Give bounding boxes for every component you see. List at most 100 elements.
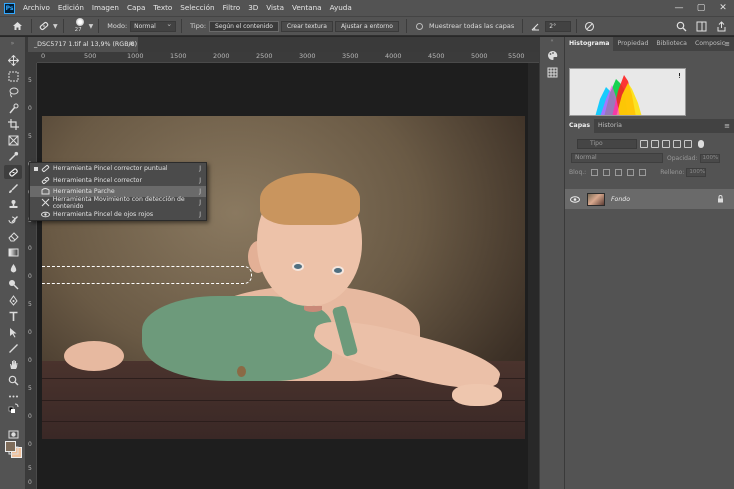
document-tab[interactable]: _DSC5717 1.tif al 13,9% (RGB/8) ×: [28, 37, 138, 52]
lock-pixels-icon[interactable]: [603, 168, 611, 176]
menu-seleccion[interactable]: Selección: [176, 0, 218, 16]
search-button[interactable]: [674, 19, 688, 33]
separator: [31, 19, 32, 33]
type-create-texture-button[interactable]: Crear textura: [280, 20, 333, 32]
lock-position-icon[interactable]: [615, 168, 623, 176]
flyout-red-eye-tool[interactable]: Herramienta Pincel de ojos rojos J: [30, 209, 206, 220]
pixel-filter-icon[interactable]: [640, 140, 648, 148]
swap-colors-button[interactable]: [4, 401, 22, 415]
menu-3d[interactable]: 3D: [244, 0, 262, 16]
foreground-color-swatch[interactable]: [5, 441, 16, 452]
home-button[interactable]: [8, 19, 26, 33]
path-selection-tool[interactable]: [4, 325, 22, 339]
type-tool[interactable]: [4, 309, 22, 323]
close-window-button[interactable]: ✕: [712, 0, 734, 16]
workspace-button[interactable]: [694, 19, 708, 33]
photo-baby-mouth: [304, 306, 322, 312]
menu-imagen[interactable]: Imagen: [88, 0, 123, 16]
lock-transparency-icon[interactable]: [591, 168, 599, 176]
smart-object-filter-icon[interactable]: [684, 140, 692, 148]
adjustment-filter-icon[interactable]: [651, 140, 659, 148]
eyedropper-tool[interactable]: [4, 149, 22, 163]
zoom-tool[interactable]: [4, 373, 22, 387]
pen-tool[interactable]: [4, 293, 22, 307]
angle-button[interactable]: [528, 19, 542, 33]
healing-brush-tool[interactable]: [4, 165, 22, 179]
marquee-tool[interactable]: [4, 69, 22, 83]
ruler-origin[interactable]: [26, 52, 37, 63]
tab-histograma[interactable]: Histograma: [565, 37, 614, 51]
maximize-button[interactable]: ▢: [690, 0, 712, 16]
swatches-panel-button[interactable]: [544, 65, 560, 79]
move-tool[interactable]: [4, 53, 22, 67]
type-filter-icon[interactable]: [662, 140, 670, 148]
panel-menu-icon[interactable]: ≡: [724, 37, 730, 51]
dodge-tool[interactable]: [4, 277, 22, 291]
line-tool[interactable]: [4, 341, 22, 355]
collapse-toolbar-icon[interactable]: »: [0, 37, 25, 49]
menu-archivo[interactable]: Archivo: [19, 0, 54, 16]
quick-mask-button[interactable]: [4, 427, 22, 441]
layers-menu-icon[interactable]: ≡: [724, 119, 730, 133]
flyout-spot-healing-brush[interactable]: Herramienta Pincel corrector puntual J: [30, 163, 206, 174]
pressure-size-button[interactable]: [582, 19, 596, 33]
menu-edicion[interactable]: Edición: [54, 0, 88, 16]
menu-filtro[interactable]: Filtro: [219, 0, 245, 16]
clone-stamp-tool[interactable]: [4, 197, 22, 211]
type-proximity-match-button[interactable]: Ajustar a entorno: [334, 20, 399, 32]
tab-bibliotecas[interactable]: Biblioteca: [652, 37, 691, 51]
close-tab-icon[interactable]: ×: [128, 37, 134, 52]
vertical-ruler[interactable]: 5 0 5 0 0 5 0 0 5 0 0 5 0 0 5 0: [26, 52, 37, 489]
gradient-tool[interactable]: [4, 245, 22, 259]
sample-all-layers-checkbox[interactable]: [415, 22, 423, 30]
lasso-icon: [9, 87, 18, 97]
flyout-content-aware-move[interactable]: Herramienta Movimiento con detección de …: [30, 196, 206, 210]
share-button[interactable]: [714, 19, 728, 33]
angle-input[interactable]: 2°: [545, 20, 572, 32]
lock-artboard-icon[interactable]: [627, 168, 635, 176]
opacity-input[interactable]: 100%: [699, 153, 720, 163]
horizontal-ruler[interactable]: 0 500 1000 1500 2000 2500 3000 3500 4000…: [37, 52, 539, 63]
menu-texto[interactable]: Texto: [149, 0, 176, 16]
history-brush-tool[interactable]: [4, 213, 22, 227]
layer-row-fondo[interactable]: Fondo: [565, 189, 734, 209]
filter-toggle[interactable]: [698, 140, 704, 148]
visibility-eye-icon[interactable]: [570, 195, 580, 203]
tab-historia[interactable]: Historia: [594, 119, 626, 133]
color-panel-button[interactable]: [544, 48, 560, 62]
quick-selection-tool[interactable]: [4, 101, 22, 115]
blend-mode-select[interactable]: Normal: [571, 153, 663, 163]
menu-vista[interactable]: Vista: [262, 0, 288, 16]
menu-ayuda[interactable]: Ayuda: [326, 0, 356, 16]
blur-tool[interactable]: [4, 261, 22, 275]
tab-propiedades[interactable]: Propiedad: [613, 37, 652, 51]
tab-capas[interactable]: Capas: [565, 119, 595, 133]
chevron-down-icon[interactable]: ▼: [53, 23, 58, 30]
brush-tool[interactable]: [4, 181, 22, 195]
brush-picker[interactable]: 27: [73, 18, 87, 34]
lasso-tool[interactable]: [4, 85, 22, 99]
mode-select[interactable]: Normal: [130, 20, 177, 32]
warning-icon[interactable]: [675, 70, 684, 79]
tool-preset-picker[interactable]: [37, 19, 51, 33]
type-icon: [9, 311, 17, 321]
menu-capa[interactable]: Capa: [123, 0, 149, 16]
layer-name[interactable]: Fondo: [611, 196, 630, 203]
fill-input[interactable]: 100%: [686, 167, 707, 177]
photo-romper-button: [237, 366, 246, 377]
flyout-healing-brush[interactable]: Herramienta Pincel corrector J: [30, 174, 206, 185]
crop-tool[interactable]: [4, 117, 22, 131]
shape-filter-icon[interactable]: [673, 140, 681, 148]
expand-panels-icon[interactable]: «: [540, 37, 564, 45]
eraser-tool[interactable]: [4, 229, 22, 243]
options-right-group: [668, 19, 728, 33]
type-content-aware-button[interactable]: Según el contenido: [209, 20, 279, 32]
patch-selection-marquee[interactable]: [42, 266, 252, 284]
layer-filter-input[interactable]: Tipo: [577, 139, 637, 149]
chevron-down-icon[interactable]: ▼: [89, 23, 94, 30]
menu-ventana[interactable]: Ventana: [288, 0, 326, 16]
hand-tool[interactable]: [4, 357, 22, 371]
minimize-button[interactable]: —: [668, 0, 690, 16]
frame-tool[interactable]: [4, 133, 22, 147]
lock-all-icon[interactable]: [639, 168, 647, 176]
